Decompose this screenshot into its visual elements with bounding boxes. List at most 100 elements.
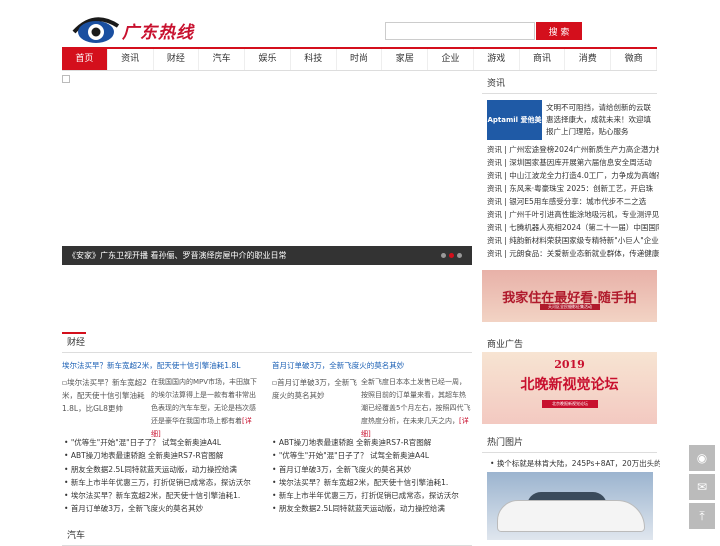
nav-item-entertainment[interactable]: 娱乐 xyxy=(245,49,291,70)
main-nav: 首页 资讯 财经 汽车 娱乐 科技 时尚 家居 企业 游戏 商讯 消费 微商 xyxy=(62,47,657,71)
list-item[interactable]: • 首月订单破3万，全新飞度火的莫名其妙 xyxy=(64,502,269,515)
slider-dots xyxy=(441,253,462,258)
photo-contest-banner[interactable]: 我家住在最好看·随手拍 天河区全民摄影征集活动 xyxy=(482,270,657,322)
slider-dot[interactable] xyxy=(441,253,446,258)
weibo-icon[interactable]: ◉ xyxy=(689,445,715,471)
sidebar-news-header: 资讯 xyxy=(482,75,657,94)
search-box: 搜 索 xyxy=(385,22,582,40)
floating-toolbar: ◉ ✉ ⤒ xyxy=(689,445,715,532)
list-item[interactable]: 资讯 | 广州千叶引进高性能涂地吸污机，专业测评见 xyxy=(487,208,659,221)
list-item[interactable]: • 首月订单破3万，全新飞度火的莫名其妙 xyxy=(272,463,477,476)
nav-item-consumer[interactable]: 消费 xyxy=(565,49,612,70)
nav-item-home[interactable]: 首页 xyxy=(62,49,108,70)
banner-year: 2019 xyxy=(554,358,585,371)
nav-item-news[interactable]: 资讯 xyxy=(108,49,154,70)
list-item-text: "优等生"开始"混"日子了？ 试驾全新奥迪A4L xyxy=(278,451,430,461)
header: 广东热线 搜 索 xyxy=(0,0,720,46)
nav-item-tech[interactable]: 科技 xyxy=(291,49,337,70)
eye-logo-icon xyxy=(72,17,120,43)
slider-dot-active[interactable] xyxy=(449,253,454,258)
list-item-text: 埃尔法买早？新车宽超2米，配天使十信引擎油耗1. xyxy=(278,477,449,487)
promo-text: 文明不可阻挡，请给创新的云联惠选择康大，成就未来！欢迎填报广上门理赔，贴心服务 xyxy=(546,103,651,136)
finance-section-title[interactable]: 财经 xyxy=(62,332,472,353)
sidebar-news-title: 资讯 xyxy=(482,75,657,94)
list-item[interactable]: • "优等生"开始"混"日子了？ 试驾全新奥迪A4L xyxy=(64,436,269,449)
hot-image-car[interactable] xyxy=(487,472,653,540)
list-item-text: 朋友全数据2.5L同特就蓝天运动版，动力操控给满 xyxy=(278,504,445,514)
list-item-text: 首月订单破3万，全新飞度火的莫名其妙 xyxy=(70,504,204,514)
list-item[interactable]: • ABT操刀地表最速轿跑 全新奥迪RS7-R官图解 xyxy=(272,436,477,449)
hot-image-caption-text: 换个标就是林肯大陆，245Ps+8AT，20万出头的福 xyxy=(496,459,660,468)
article-summary: 在我国国内的MPV市场，丰田旗下的埃尔法算得上是一款有着非常出色表现的汽车车型，… xyxy=(151,376,261,441)
nav-item-home-furnishing[interactable]: 家居 xyxy=(382,49,429,70)
sidebar-promo[interactable]: Aptamil 爱他美 文明不可阻挡，请给创新的云联惠选择康大，成就未来！欢迎填… xyxy=(482,100,657,142)
slider-caption-text: 《安家》广东卫视开播 看孙俪、罗晋演绎房屋中介的职业日常 xyxy=(68,251,287,260)
list-item[interactable]: 资讯 | 东风来·粤豪珠宝 2025：创新工艺，开启珠 xyxy=(487,182,659,195)
back-to-top-icon[interactable]: ⤒ xyxy=(689,503,715,529)
broken-image-icon xyxy=(62,75,70,83)
nav-item-games[interactable]: 游戏 xyxy=(474,49,520,70)
finance-section-header: 财经 xyxy=(62,332,472,353)
nav-item-fashion[interactable]: 时尚 xyxy=(337,49,383,70)
banner-title: 北晚新视觉论坛 xyxy=(520,377,619,393)
list-item-text: ABT操刀地表最速轿跑 全新奥迪RS7-R官图解 xyxy=(70,451,224,461)
slider-dot[interactable] xyxy=(457,253,462,258)
featured-article-b: 首月订单破3万，全新飞度火的莫名其妙 ▫首月订单破3万，全新飞度火的莫名其妙 全… xyxy=(272,360,472,446)
featured-article-a: 埃尔法买早？新车宽超2米，配天使十信引擎油耗1.8L ▫埃尔法买早？新车宽超2米… xyxy=(62,360,262,446)
slider-caption[interactable]: 《安家》广东卫视开播 看孙俪、罗晋演绎房屋中介的职业日常 xyxy=(62,246,472,265)
list-item-text: "优等生"开始"混"日子了？ 试驾全新奥迪A4L xyxy=(70,438,222,447)
forum-banner[interactable]: 2019 北晚新视觉论坛 北京晚报新视觉论坛 xyxy=(482,352,657,424)
hot-images-title: 热门图片 xyxy=(482,434,657,453)
logo-text: 广东热线 xyxy=(122,23,194,43)
article-title[interactable]: 首月订单破3万，全新飞度火的莫名其妙 xyxy=(272,360,472,372)
finance-news-list-a: • "优等生"开始"混"日子了？ 试驾全新奥迪A4L • ABT操刀地表最速轿跑… xyxy=(64,436,269,516)
list-item[interactable]: • 新车上市半年优惠三万，打折促销已成常态，探访沃尔 xyxy=(272,489,477,502)
list-item[interactable]: 资讯 | 中山江波龙全力打造4.0工厂，力争成为高端存 xyxy=(487,169,659,182)
list-item-text: 新车上市半年优惠三万，打折促销已成常态，探访沃尔 xyxy=(70,477,251,487)
list-item[interactable]: • 朋友全数据2.5L同特就蓝天运动版，动力操控给满 xyxy=(272,502,477,515)
search-input[interactable] xyxy=(385,22,535,40)
auto-section-header: 汽车 xyxy=(62,527,472,546)
list-item[interactable]: • 埃尔法买早？新车宽超2米，配天使十信引擎油耗1. xyxy=(272,476,477,489)
list-item-text: 新车上市半年优惠三万，打折促销已成常态，探访沃尔 xyxy=(278,491,459,501)
article-summary: 全新飞度日本本土发售已经一周，按照目前的订单量来看，其超车热潮已经覆盖5个月左右… xyxy=(361,376,471,441)
nav-item-auto[interactable]: 汽车 xyxy=(199,49,246,70)
list-item[interactable]: 资讯 | 元朗食品：关爱新业态新就业群体，传递健康 xyxy=(487,247,659,260)
nav-item-wechat-business[interactable]: 微商 xyxy=(611,49,657,70)
car-body xyxy=(497,500,645,532)
article-image[interactable]: ▫首月订单破3万，全新飞度火的莫名其妙 xyxy=(272,376,358,402)
article-image-alt: 首月订单破3万，全新飞度火的莫名其妙 xyxy=(272,378,357,400)
hot-images-header: 热门图片 xyxy=(482,434,657,453)
image-slider[interactable]: 《安家》广东卫视开播 看孙俪、罗晋演绎房屋中介的职业日常 xyxy=(62,75,472,265)
sidebar-news-list: 资讯 | 广州宏途登榜2024广州新质生产力高企潜力榜 资讯 | 深圳国家基因库… xyxy=(487,143,659,260)
list-item[interactable]: 资讯 | 银河E5用车感受分享：城市代步不二之选 xyxy=(487,195,659,208)
list-item[interactable]: 资讯 | 纯韵新材料荣获国家级专精特新"小巨人"企业荣 xyxy=(487,234,659,247)
search-button[interactable]: 搜 索 xyxy=(536,22,582,40)
list-item[interactable]: 资讯 | 七腾机器人亮相2024（第二十一届）中国国际 xyxy=(487,221,659,234)
site-logo[interactable]: 广东热线 xyxy=(72,12,202,44)
list-item[interactable]: • 新车上市半年优惠三万，打折促销已成常态，探访沃尔 xyxy=(64,476,269,489)
hot-image-caption[interactable]: • 换个标就是林肯大陆，245Ps+8AT，20万出头的福 xyxy=(490,458,660,469)
list-item-text: 首月订单破3万，全新飞度火的莫名其妙 xyxy=(278,464,412,474)
article-summary-text: 全新飞度日本本土发售已经一周，按照目前的订单量来看，其超车热潮已经覆盖5个月左右… xyxy=(361,378,471,425)
aptamil-logo: Aptamil 爱他美 xyxy=(487,100,542,140)
nav-item-finance[interactable]: 财经 xyxy=(154,49,200,70)
mail-icon[interactable]: ✉ xyxy=(689,474,715,500)
list-item-text: 埃尔法买早？新车宽超2米，配天使十信引擎油耗1. xyxy=(70,491,241,501)
banner-subtitle: 北京晚报新视觉论坛 xyxy=(542,400,598,408)
list-item[interactable]: • 朋友全数据2.5L同特就蓝天运动版，动力操控给满 xyxy=(64,463,269,476)
article-image-alt: 埃尔法买早？新车宽超2米，配天使十信引擎油耗1.8L，比GL8更帅 xyxy=(62,378,147,413)
list-item-text: ABT操刀地表最速轿跑 全新奥迪RS7-R官图解 xyxy=(278,438,432,447)
article-title[interactable]: 埃尔法买早？新车宽超2米，配天使十信引擎油耗1.8L xyxy=(62,360,262,372)
list-item[interactable]: • "优等生"开始"混"日子了？ 试驾全新奥迪A4L xyxy=(272,449,477,462)
auto-section-title[interactable]: 汽车 xyxy=(62,527,472,546)
article-image[interactable]: ▫埃尔法买早？新车宽超2米，配天使十信引擎油耗1.8L，比GL8更帅 xyxy=(62,376,148,415)
list-item[interactable]: 资讯 | 广州宏途登榜2024广州新质生产力高企潜力榜 xyxy=(487,143,659,156)
nav-item-business[interactable]: 商讯 xyxy=(520,49,566,70)
list-item[interactable]: 资讯 | 深圳国家基因库开展第六届信息安全周活动 xyxy=(487,156,659,169)
finance-news-list-b: • ABT操刀地表最速轿跑 全新奥迪RS7-R官图解 • "优等生"开始"混"日… xyxy=(272,436,477,516)
list-item[interactable]: • 埃尔法买早？新车宽超2米，配天使十信引擎油耗1. xyxy=(64,489,269,502)
list-item-text: 朋友全数据2.5L同特就蓝天运动版，动力操控给满 xyxy=(70,464,237,474)
list-item[interactable]: • ABT操刀地表最速轿跑 全新奥迪RS7-R官图解 xyxy=(64,449,269,462)
nav-item-enterprise[interactable]: 企业 xyxy=(428,49,474,70)
